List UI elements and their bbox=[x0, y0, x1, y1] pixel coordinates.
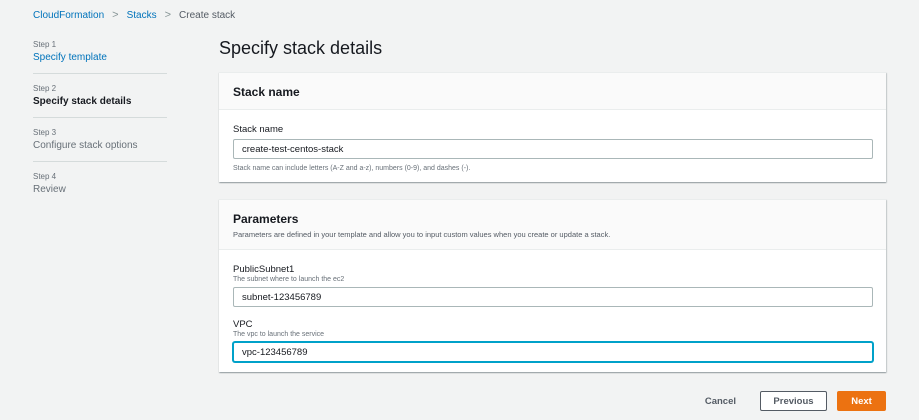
panel-body: Stack name Stack name can include letter… bbox=[219, 110, 886, 182]
next-button[interactable]: Next bbox=[837, 391, 886, 411]
step-number: Step 2 bbox=[33, 84, 57, 93]
step-number: Step 3 bbox=[33, 128, 57, 137]
chevron-right-icon: > bbox=[164, 9, 172, 21]
breadcrumb-current: Create stack bbox=[179, 9, 236, 21]
panel-heading: Parameters bbox=[233, 212, 299, 226]
wizard-step-1: Step 1 Specify template bbox=[33, 40, 167, 74]
step-label: Configure stack options bbox=[33, 140, 138, 151]
wizard-step-3: Step 3 Configure stack options bbox=[33, 128, 167, 162]
parameter-field-publicsubnet1: PublicSubnet1 The subnet where to launch… bbox=[233, 264, 873, 307]
step-label-current: Specify stack details bbox=[33, 96, 132, 107]
panel-header: Parameters Parameters are defined in you… bbox=[219, 200, 886, 250]
page-title: Specify stack details bbox=[219, 38, 383, 58]
panel-description: Parameters are defined in your template … bbox=[233, 230, 611, 239]
step-number: Step 4 bbox=[33, 172, 57, 181]
wizard-steps: Step 1 Specify template Step 2 Specify s… bbox=[33, 40, 167, 215]
cancel-button[interactable]: Cancel bbox=[691, 391, 750, 411]
previous-button[interactable]: Previous bbox=[760, 391, 827, 411]
wizard-step-4: Step 4 Review bbox=[33, 172, 167, 205]
public-subnet-input[interactable] bbox=[233, 287, 873, 307]
parameters-panel: Parameters Parameters are defined in you… bbox=[219, 199, 886, 372]
panel-heading: Stack name bbox=[233, 85, 300, 99]
step-label: Review bbox=[33, 184, 66, 195]
vpc-input[interactable] bbox=[233, 342, 873, 362]
parameter-label: VPC bbox=[233, 319, 253, 330]
stack-name-panel: Stack name Stack name Stack name can inc… bbox=[219, 72, 886, 182]
panel-header: Stack name bbox=[219, 73, 886, 110]
stack-name-input[interactable] bbox=[233, 139, 873, 159]
parameter-field-vpc: VPC The vpc to launch the service bbox=[233, 319, 873, 362]
parameter-description: The vpc to launch the service bbox=[233, 331, 325, 338]
chevron-right-icon: > bbox=[112, 9, 119, 21]
parameter-label: PublicSubnet1 bbox=[233, 264, 295, 275]
wizard-step-2: Step 2 Specify stack details bbox=[33, 84, 167, 118]
stack-name-hint: Stack name can include letters (A-Z and … bbox=[233, 165, 471, 172]
stack-name-label: Stack name bbox=[233, 124, 284, 135]
parameter-description: The subnet where to launch the ec2 bbox=[233, 276, 345, 283]
breadcrumb-stacks[interactable]: Stacks bbox=[127, 10, 157, 21]
breadcrumb-cloudformation[interactable]: CloudFormation bbox=[33, 10, 104, 21]
panel-body: PublicSubnet1 The subnet where to launch… bbox=[219, 250, 886, 372]
step-number: Step 1 bbox=[33, 40, 57, 49]
breadcrumb: CloudFormation > Stacks > Create stack bbox=[33, 9, 235, 21]
wizard-actions: Cancel Previous Next bbox=[691, 391, 886, 411]
step-link-specify-template[interactable]: Specify template bbox=[33, 52, 167, 63]
